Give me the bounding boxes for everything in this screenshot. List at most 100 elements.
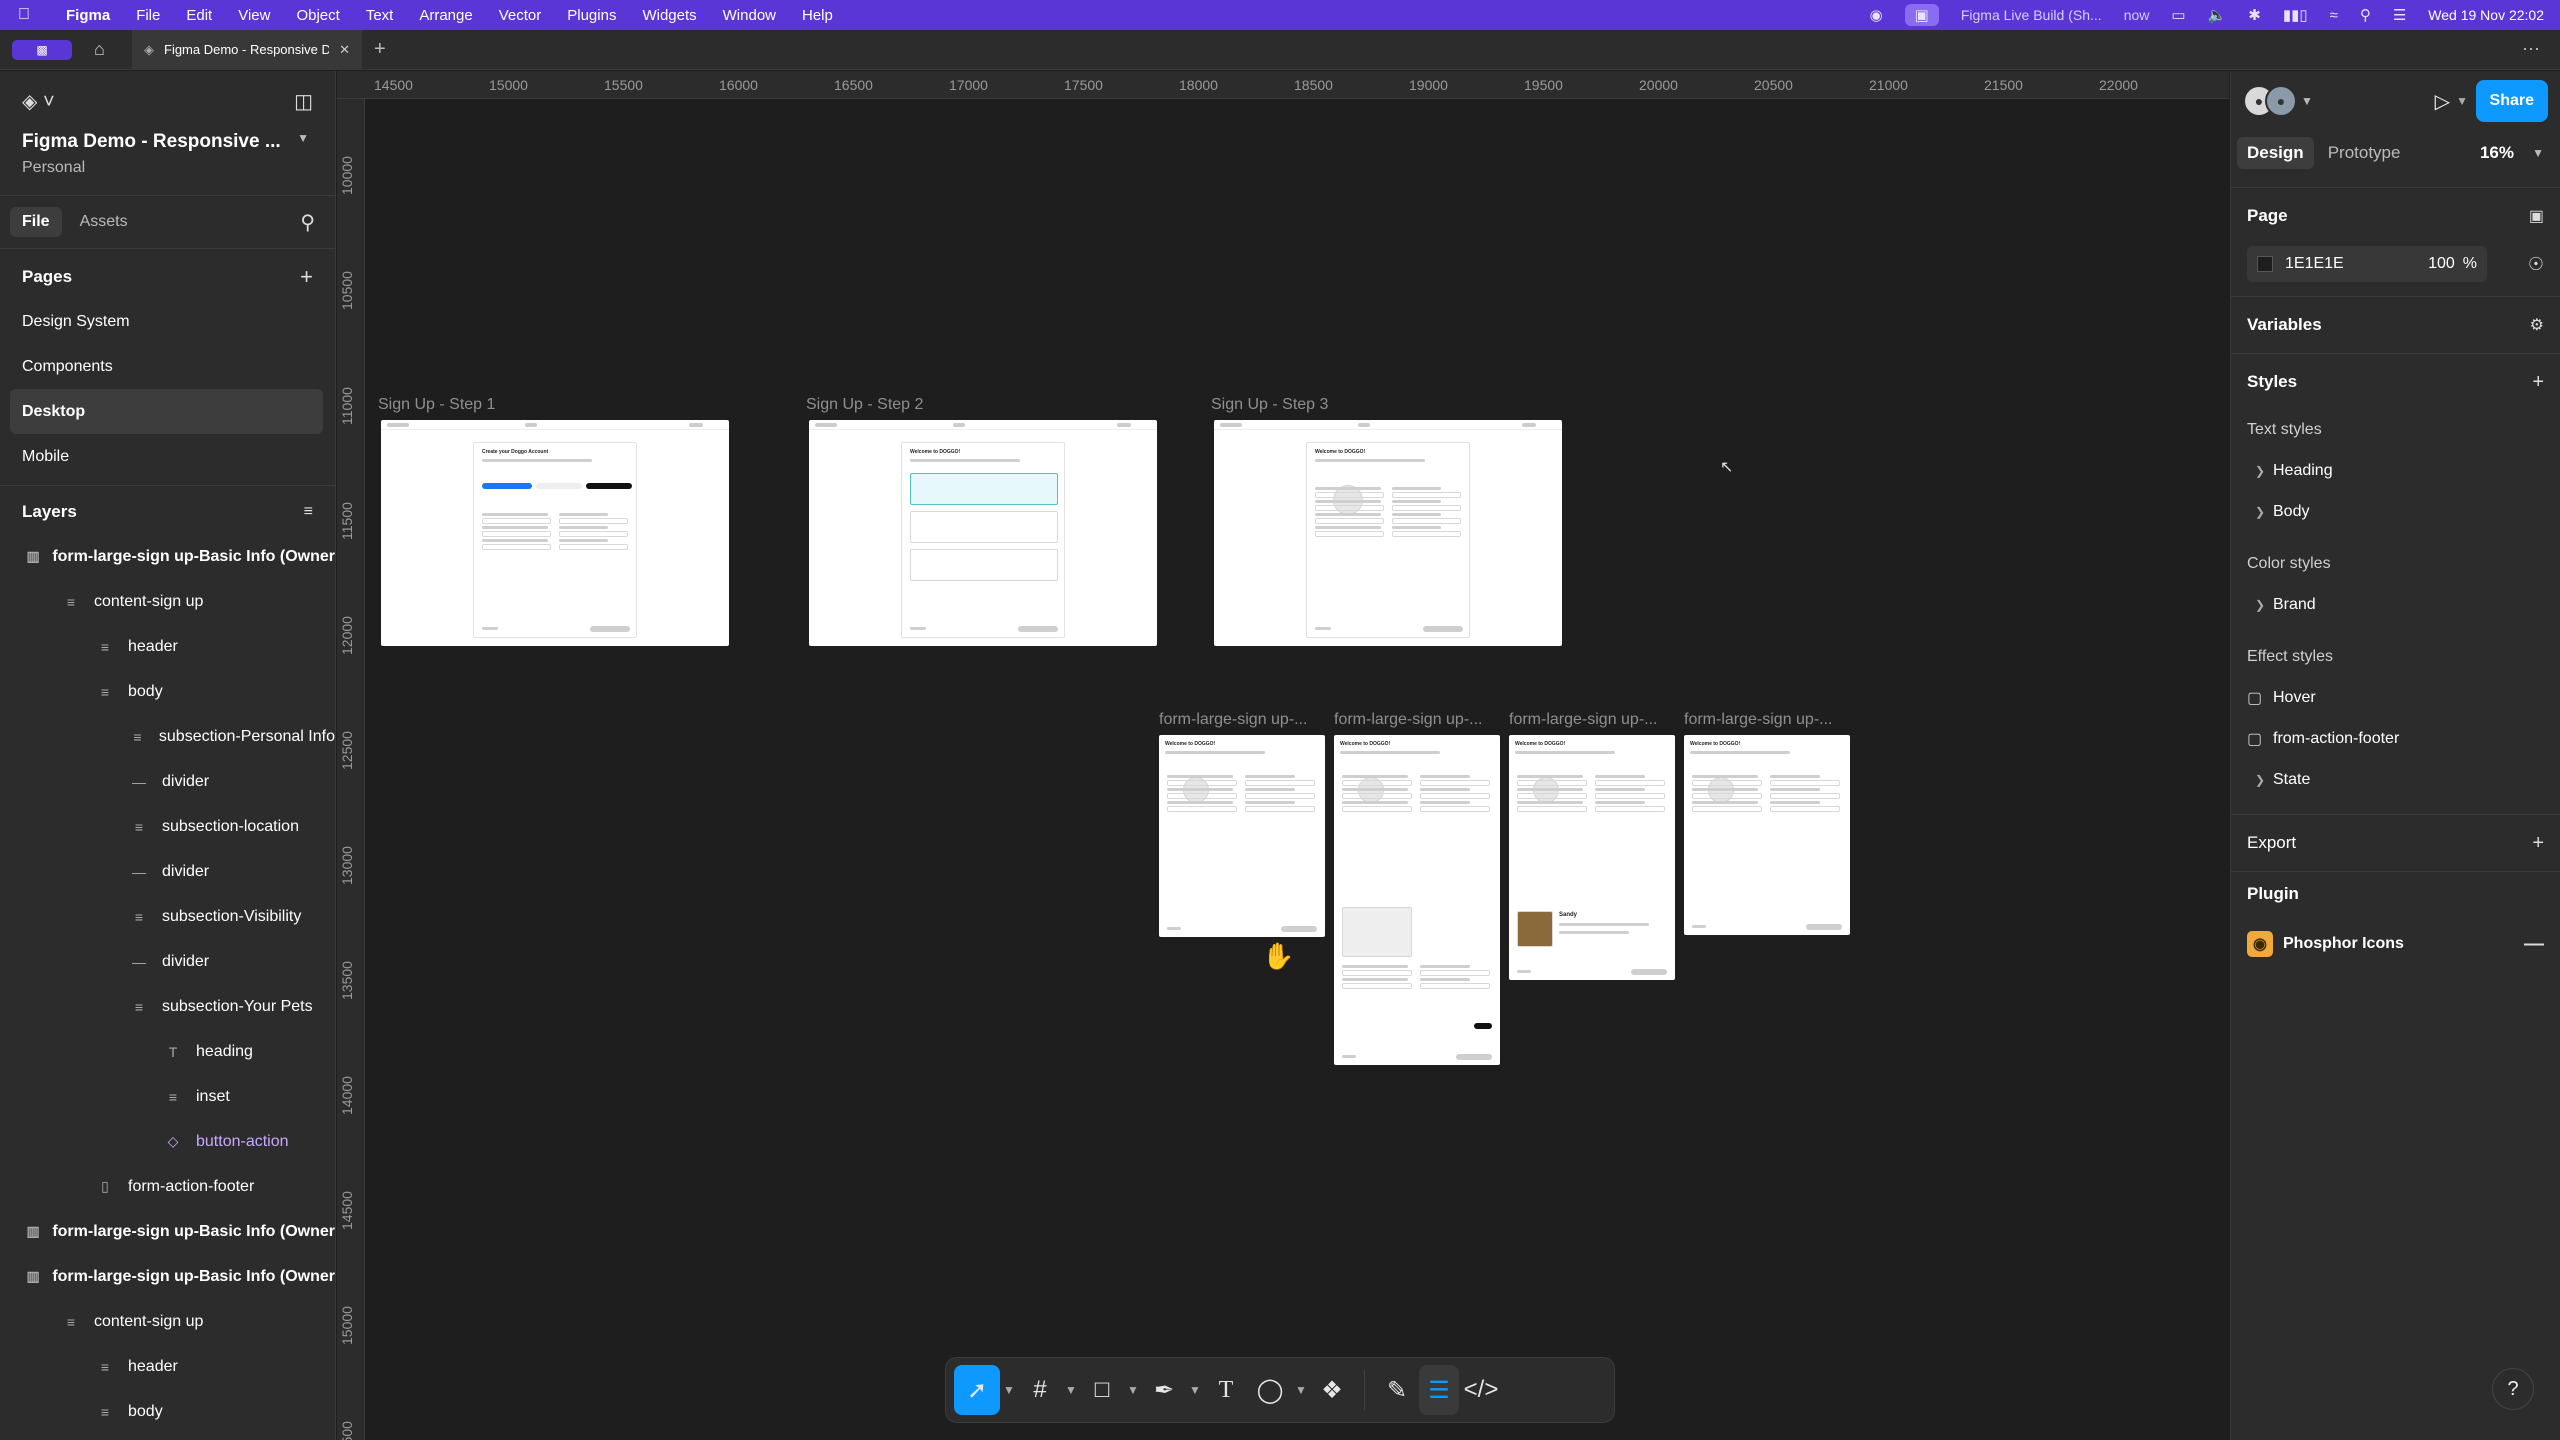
text-style-heading[interactable]: ❯ Heading [2247,450,2544,491]
help-button[interactable]: ? [2492,1368,2534,1410]
display-icon[interactable]: ▭ [2171,6,2185,24]
menu-widgets[interactable]: Widgets [642,7,696,24]
layer-item[interactable]: ≡ subsection-Visibility [0,894,335,939]
chevron-down-icon[interactable]: ▼ [2301,94,2313,108]
frame-label[interactable]: Sign Up - Step 1 [378,396,495,414]
pen-tool-button[interactable]: ✒ [1142,1365,1186,1415]
layer-item[interactable]: ≡ body [0,1389,335,1434]
menu-view[interactable]: View [238,7,270,24]
volume-icon[interactable]: 🔈 [2208,6,2227,24]
effect-style-state[interactable]: ❯ State [2247,759,2544,800]
more-icon[interactable]: ⋯ [2522,39,2540,60]
canvas[interactable]: 14500 15000 15500 16000 16500 17000 17500 18000… [337,71,2229,1440]
eye-icon[interactable]: ☉ [2528,254,2544,275]
plugin-row[interactable]: ◉ Phosphor Icons — [2247,916,2544,972]
frame-label[interactable]: form-large-sign up-... [1684,711,1856,729]
text-style-body[interactable]: ❯ Body [2247,491,2544,532]
clock[interactable]: Wed 19 Nov 22:02 [2428,7,2544,23]
battery-icon[interactable]: ▮▮▯ [2283,6,2308,24]
menu-arrange[interactable]: Arrange [419,7,472,24]
add-page-icon[interactable]: + [300,264,313,290]
page-settings-icon[interactable]: ▣ [2529,206,2544,226]
home-icon[interactable]: ⌂ [94,39,118,60]
avatar[interactable]: ● [2265,85,2297,117]
page-fill-opacity[interactable]: 100 [2428,255,2455,273]
spotlight-icon[interactable]: ⚲ [2360,6,2371,24]
color-swatch[interactable] [2257,256,2273,272]
layer-item[interactable]: ▥ form-large-sign up-Basic Info (Owner [0,1209,335,1254]
frame-form-large-sign-up[interactable]: Welcome to DOGGO! Sandy [1509,735,1675,980]
present-caret-icon[interactable]: ▼ [2456,94,2468,108]
layer-item[interactable]: ≡ header [0,1344,335,1389]
comment-tool-caret[interactable]: ▼ [1292,1383,1310,1397]
menu-edit[interactable]: Edit [186,7,212,24]
frame-sign-up-step-3[interactable]: Welcome to DOGGO! [1214,420,1562,646]
layer-item[interactable]: ▯ form-action-footer [0,1164,335,1209]
page-item-components[interactable]: Components [0,344,325,389]
variables-settings-icon[interactable]: ⚙ [2530,315,2544,335]
present-icon[interactable]: ▷ [2435,89,2450,114]
apple-icon[interactable]:  [18,6,38,24]
layer-item[interactable]: ≡ content-sign up [0,579,335,624]
frame-sign-up-step-1[interactable]: Create your Doggo Account [381,420,729,646]
page-item-mobile[interactable]: Mobile [0,434,325,479]
tab-file[interactable]: File [10,207,62,237]
layer-item[interactable]: ▥ form-large-sign up-Basic Info (Owner [0,534,335,579]
figma-menu-button[interactable]: ▩ [12,39,72,60]
frame-label[interactable]: Sign Up - Step 2 [806,396,923,414]
frame-form-large-sign-up[interactable]: Welcome to DOGGO! [1684,735,1850,935]
wifi-icon[interactable]: ≈ [2330,7,2338,24]
layer-item[interactable]: — divider [0,759,335,804]
text-tool-button[interactable]: T [1204,1365,1248,1415]
pen-tool-caret[interactable]: ▼ [1186,1383,1204,1397]
layer-item[interactable]: Theading [0,1029,335,1074]
project-name-row[interactable]: Figma Demo - Responsive ... ▼ [0,131,335,153]
effect-style-hover[interactable]: ▢ Hover [2247,677,2544,718]
search-icon[interactable]: ⚲ [300,210,315,235]
minus-icon[interactable]: — [2524,933,2544,956]
bluetooth-icon[interactable]: ✱ [2248,6,2261,24]
menu-plugins[interactable]: Plugins [567,7,616,24]
frame-sign-up-step-2[interactable]: Welcome to DOGGO! [809,420,1157,646]
menu-text[interactable]: Text [366,7,394,24]
layer-item[interactable]: ≡ subsection-Personal Info [0,714,335,759]
frame-form-large-sign-up[interactable]: Welcome to DOGGO! [1159,735,1325,937]
layer-item[interactable]: — divider [0,849,335,894]
layer-item[interactable]: ≡ header [0,624,335,669]
file-tab[interactable]: ◈ Figma Demo - Responsive Design ✕ [132,29,362,70]
page-item-desktop[interactable]: Desktop [10,389,323,434]
frame-tool-button[interactable]: # [1018,1365,1062,1415]
layer-item[interactable]: ≡ subsection-Your Pets [0,984,335,1029]
new-tab-icon[interactable]: + [374,38,386,61]
effect-style-form-action-footer[interactable]: ▢ from-action-footer [2247,718,2544,759]
color-style-brand[interactable]: ❯ Brand [2247,584,2544,625]
frame-label[interactable]: Sign Up - Step 3 [1211,396,1328,414]
control-center-icon[interactable]: ☰ [2393,6,2406,24]
layer-item[interactable]: ≡ content-sign up [0,1299,335,1344]
move-tool-caret[interactable]: ▼ [1000,1383,1018,1397]
screen-share-icon[interactable]: ▣ [1904,4,1939,26]
collaborator-avatars[interactable]: ● ● [2243,85,2297,117]
menu-window[interactable]: Window [723,7,776,24]
page-fill-field[interactable]: 1E1E1E 100 % [2247,246,2487,282]
close-icon[interactable]: ✕ [339,42,350,58]
move-tool-button[interactable]: ➚ [954,1365,1000,1415]
draw-mode-button[interactable]: ✎ [1375,1365,1419,1415]
zoom-level[interactable]: 16% [2480,143,2514,163]
layer-item[interactable]: ◇ button-action [0,1119,335,1164]
menu-file[interactable]: File [136,7,160,24]
page-item-design-system[interactable]: Design System [0,299,325,344]
add-style-icon[interactable]: + [2532,371,2544,394]
chevron-down-icon[interactable]: ▼ [297,131,309,153]
shape-tool-button[interactable]: □ [1080,1365,1124,1415]
layer-item[interactable]: — divider [0,939,335,984]
actions-button[interactable]: ❖ [1310,1365,1354,1415]
design-mode-button[interactable]: ☰ [1419,1365,1459,1415]
page-fill-hex[interactable]: 1E1E1E [2285,255,2344,273]
zoom-caret-icon[interactable]: ▼ [2532,146,2544,160]
add-export-icon[interactable]: + [2532,832,2544,855]
live-build-label[interactable]: Figma Live Build (Sh... [1961,7,2102,23]
frame-label[interactable]: form-large-sign up-... [1509,711,1681,729]
layer-item[interactable]: ≡ body [0,669,335,714]
tab-design[interactable]: Design [2237,137,2314,169]
